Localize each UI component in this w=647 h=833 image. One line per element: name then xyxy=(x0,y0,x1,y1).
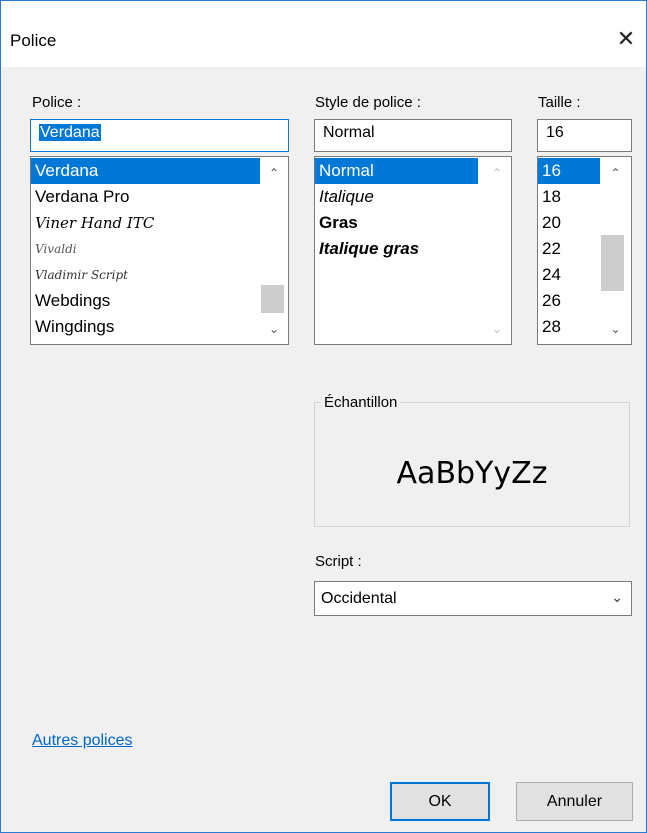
size-list-scrollbar[interactable]: ⌃ ⌄ xyxy=(600,157,631,344)
font-item-webdings[interactable]: Webdings xyxy=(31,288,260,314)
dialog-title: Police xyxy=(10,31,57,50)
size-item-22[interactable]: 22 xyxy=(538,236,600,262)
size-item-24[interactable]: 24 xyxy=(538,262,600,288)
style-item-italic[interactable]: Italique xyxy=(315,184,478,210)
script-label: Script : xyxy=(315,553,362,570)
font-list-scrollbar[interactable]: ⌃ ⌄ xyxy=(260,157,288,344)
ok-button[interactable]: OK xyxy=(390,782,490,821)
scroll-down-icon[interactable]: ⌄ xyxy=(600,319,631,339)
script-value: Occidental xyxy=(321,590,397,607)
font-list[interactable]: Verdana Verdana Pro Viner Hand ITC Vival… xyxy=(30,156,289,345)
font-size-list[interactable]: 16 18 20 22 24 26 28 ⌃ ⌄ xyxy=(537,156,632,345)
font-size-value: 16 xyxy=(546,124,564,141)
style-item-bold-italic[interactable]: Italique gras xyxy=(315,236,478,262)
style-item-bold[interactable]: Gras xyxy=(315,210,478,236)
font-style-value: Normal xyxy=(323,124,375,141)
size-label: Taille : xyxy=(538,94,581,111)
chevron-down-icon: ⌄ xyxy=(611,589,623,605)
size-item-28[interactable]: 28 xyxy=(538,314,600,340)
font-item-verdana-pro[interactable]: Verdana Pro xyxy=(31,184,260,210)
close-icon[interactable]: ✕ xyxy=(612,25,640,53)
cancel-button[interactable]: Annuler xyxy=(516,782,633,821)
font-item-verdana[interactable]: Verdana xyxy=(31,158,260,184)
scroll-down-icon[interactable]: ⌄ xyxy=(260,319,288,339)
font-label: Police : xyxy=(32,94,82,111)
font-item-vladimir-script[interactable]: Vladimir Script xyxy=(31,262,260,288)
scroll-up-icon[interactable]: ⌃ xyxy=(600,163,631,183)
title-bar: Police ✕ xyxy=(1,1,646,67)
font-style-input[interactable]: Normal xyxy=(314,119,512,152)
style-label: Style de police : xyxy=(315,94,421,111)
font-name-value: Verdana xyxy=(39,124,101,141)
scroll-thumb[interactable] xyxy=(601,235,624,291)
scroll-up-icon[interactable]: ⌃ xyxy=(260,163,288,183)
scroll-down-icon[interactable]: ⌄ xyxy=(483,319,511,339)
size-item-20[interactable]: 20 xyxy=(538,210,600,236)
font-style-list[interactable]: Normal Italique Gras Italique gras ⌃ ⌄ xyxy=(314,156,512,345)
font-item-viner-hand-itc[interactable]: Viner Hand ITC xyxy=(31,210,260,236)
font-dialog: Police ✕ Police : Verdana Verdana Verdan… xyxy=(0,0,647,833)
size-item-18[interactable]: 18 xyxy=(538,184,600,210)
size-item-26[interactable]: 26 xyxy=(538,288,600,314)
more-fonts-link[interactable]: Autres polices xyxy=(32,732,133,750)
scroll-thumb[interactable] xyxy=(261,285,284,313)
font-item-vivaldi[interactable]: Vivaldi xyxy=(31,236,260,262)
font-size-input[interactable]: 16 xyxy=(537,119,632,152)
style-item-normal[interactable]: Normal xyxy=(315,158,478,184)
script-select[interactable]: Occidental ⌄ xyxy=(314,581,632,616)
size-item-16[interactable]: 16 xyxy=(538,158,600,184)
sample-preview: AaBbYyZz xyxy=(396,456,548,491)
style-list-scrollbar[interactable]: ⌃ ⌄ xyxy=(483,157,511,344)
scroll-up-icon[interactable]: ⌃ xyxy=(483,163,511,183)
font-name-input[interactable]: Verdana xyxy=(30,119,289,152)
sample-label: Échantillon xyxy=(321,394,401,411)
font-item-wingdings[interactable]: Wingdings xyxy=(31,314,260,340)
